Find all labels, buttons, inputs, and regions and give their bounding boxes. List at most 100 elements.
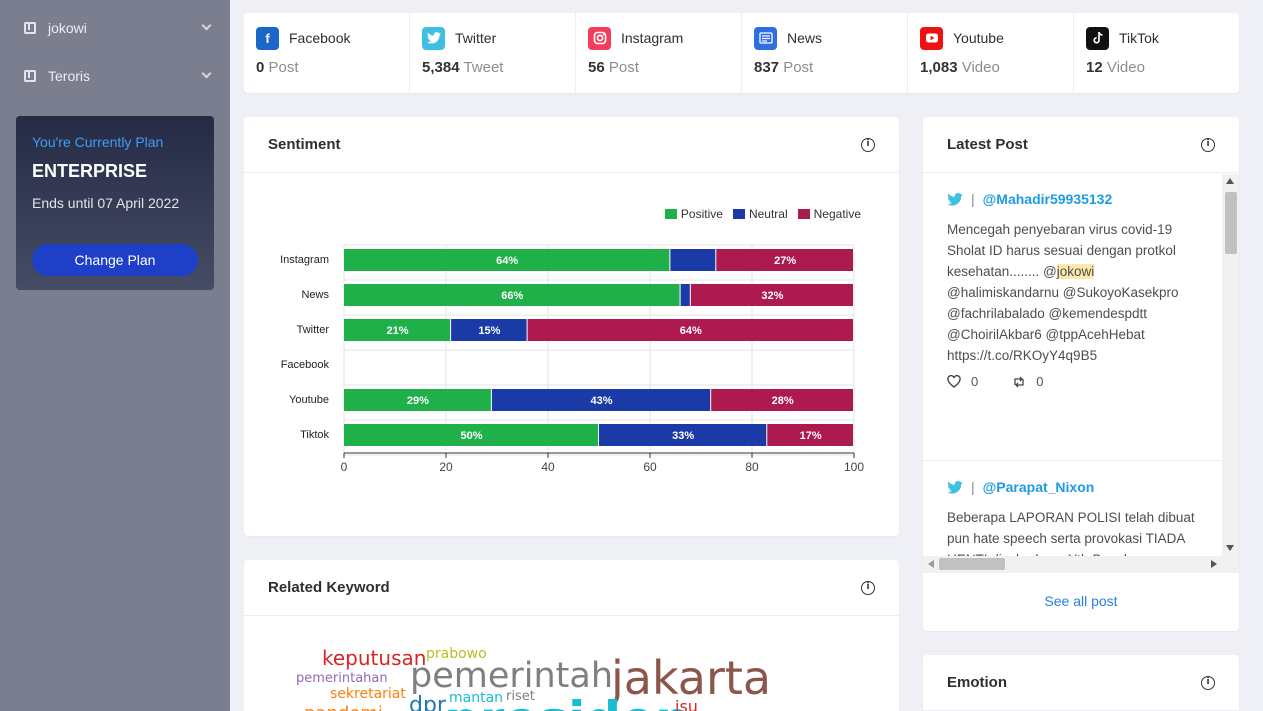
post-username[interactable]: @Mahadir59935132 xyxy=(983,191,1113,207)
info-icon[interactable]: i xyxy=(1201,138,1215,152)
scrollbar-thumb[interactable] xyxy=(1225,192,1237,254)
category-label: Instagram xyxy=(280,254,329,266)
twitter-icon xyxy=(422,26,445,50)
emotion-card: Emotion i xyxy=(923,655,1239,711)
twitter-icon xyxy=(947,480,963,494)
data-label: 17% xyxy=(800,430,822,442)
stat-name: Facebook xyxy=(289,30,351,46)
scroll-down-arrow-icon[interactable] xyxy=(1226,545,1234,551)
data-label: 64% xyxy=(680,325,702,337)
post-text: Mencegah penyebaran virus covid-19 Shola… xyxy=(947,219,1197,366)
keyword[interactable]: dpr xyxy=(409,695,446,711)
twitter-icon xyxy=(947,192,963,206)
category-label: News xyxy=(301,289,329,301)
post-username[interactable]: @Parapat_Nixon xyxy=(983,479,1095,495)
stat-youtube[interactable]: Youtube 1,083 Video xyxy=(908,13,1074,93)
plan-heading: You're Currently Plan xyxy=(32,134,164,150)
sentiment-bar-chart: 0 20 40 60 80 100 Instagram 64% 27% News 66% 32% Twi… xyxy=(280,244,864,474)
scrollbar-thumb[interactable] xyxy=(939,558,1005,570)
post-item: | @Mahadir59935132 Mencegah penyebaran v… xyxy=(923,189,1221,389)
category-label: Youtube xyxy=(289,394,329,406)
stat-tiktok[interactable]: TikTok 12 Video xyxy=(1074,13,1239,93)
chart-legend: Positive Neutral Negative xyxy=(664,207,861,221)
keyword[interactable]: sekretariat xyxy=(330,687,406,701)
latest-post-title: Latest Post xyxy=(947,136,1028,153)
plan-card: You're Currently Plan ENTERPRISE Ends un… xyxy=(16,116,214,290)
legend-positive[interactable]: Positive xyxy=(664,207,723,221)
tiktok-icon xyxy=(1086,26,1109,50)
legend-neutral[interactable]: Neutral xyxy=(732,207,788,221)
data-label: 21% xyxy=(387,325,409,337)
divider xyxy=(923,460,1221,461)
change-plan-button[interactable]: Change Plan xyxy=(32,244,198,276)
x-tick-label: 80 xyxy=(745,460,759,474)
stat-value: 56 xyxy=(588,59,605,76)
horizontal-scrollbar[interactable] xyxy=(923,556,1239,573)
stat-unit: Post xyxy=(608,59,639,76)
related-keyword-card: Related Keyword i keputusan prabowo peme… xyxy=(244,560,899,711)
chevron-down-icon xyxy=(201,68,212,79)
stat-news[interactable]: News 837 Post xyxy=(742,13,908,93)
scroll-left-arrow-icon[interactable] xyxy=(928,560,934,568)
category-label: Tiktok xyxy=(300,429,329,441)
stat-unit: Video xyxy=(961,59,1000,76)
info-icon[interactable]: i xyxy=(861,581,875,595)
stat-value: 837 xyxy=(754,59,780,76)
related-keyword-title: Related Keyword xyxy=(268,579,390,596)
data-label: 15% xyxy=(478,325,500,337)
see-all-posts-link[interactable]: See all post xyxy=(923,593,1239,609)
scroll-right-arrow-icon[interactable] xyxy=(1211,560,1217,568)
data-label: 66% xyxy=(501,290,523,302)
legend-swatch xyxy=(797,209,810,219)
stat-name: News xyxy=(787,30,823,46)
youtube-icon xyxy=(920,26,943,50)
emotion-title: Emotion xyxy=(947,674,1007,691)
keyword[interactable]: pemerintahan xyxy=(296,672,388,685)
post-list[interactable]: | @Mahadir59935132 Mencegah penyebaran v… xyxy=(923,174,1239,574)
legend-label: Positive xyxy=(680,207,723,221)
scroll-up-arrow-icon[interactable] xyxy=(1226,178,1234,184)
stat-unit: Video xyxy=(1106,59,1145,76)
category-label: Twitter xyxy=(297,324,330,336)
stat-name: TikTok xyxy=(1119,30,1159,46)
vertical-scrollbar[interactable] xyxy=(1222,174,1239,556)
legend-label: Negative xyxy=(813,207,861,221)
plan-expiry: Ends until 07 April 2022 xyxy=(32,195,180,211)
bar-segment xyxy=(670,249,716,271)
data-label: 64% xyxy=(496,255,518,267)
data-label: 32% xyxy=(761,290,783,302)
data-label: 27% xyxy=(774,255,796,267)
chevron-down-icon xyxy=(201,20,212,31)
stat-name: Twitter xyxy=(455,30,497,46)
stat-name: Youtube xyxy=(953,30,1004,46)
keyword[interactable]: pandemi xyxy=(304,705,383,711)
retweet-icon[interactable] xyxy=(1012,376,1026,388)
stat-instagram[interactable]: Instagram 56 Post xyxy=(576,13,742,93)
platform-stats: f Facebook 0 Post Twitter 5,384 Tweet In… xyxy=(244,13,1239,93)
stat-value: 5,384 xyxy=(422,59,460,76)
keyword-highlight: jokowi xyxy=(1056,264,1095,279)
sidebar-item-teroris[interactable]: Teroris xyxy=(0,52,230,100)
stat-facebook[interactable]: f Facebook 0 Post xyxy=(244,13,410,93)
stat-value: 0 xyxy=(256,59,265,76)
sidebar-item-jokowi[interactable]: jokowi xyxy=(0,4,230,52)
legend-swatch xyxy=(664,209,677,219)
info-icon[interactable]: i xyxy=(861,138,875,152)
x-tick-label: 20 xyxy=(439,460,453,474)
sidebar-item-label: Teroris xyxy=(48,68,91,84)
word-cloud: keputusan prabowo pemerintah jakarta pem… xyxy=(244,617,899,711)
data-label: 43% xyxy=(591,395,613,407)
legend-negative[interactable]: Negative xyxy=(797,207,861,221)
keyword[interactable]: isu xyxy=(675,699,698,711)
keyword[interactable]: presiden xyxy=(444,695,691,711)
stat-unit: Tweet xyxy=(463,59,504,76)
post-text-part: @halimiskandarnu @SukoyoKasekpro @fachri… xyxy=(947,285,1179,363)
stat-twitter[interactable]: Twitter 5,384 Tweet xyxy=(410,13,576,93)
stat-name: Instagram xyxy=(621,30,684,46)
heart-icon[interactable] xyxy=(947,375,961,388)
stat-value: 1,083 xyxy=(920,59,958,76)
info-icon[interactable]: i xyxy=(1201,676,1215,690)
legend-swatch xyxy=(732,209,745,219)
facebook-icon: f xyxy=(256,26,279,50)
sidebar: jokowi Teroris You're Currently Plan ENT… xyxy=(0,0,230,711)
